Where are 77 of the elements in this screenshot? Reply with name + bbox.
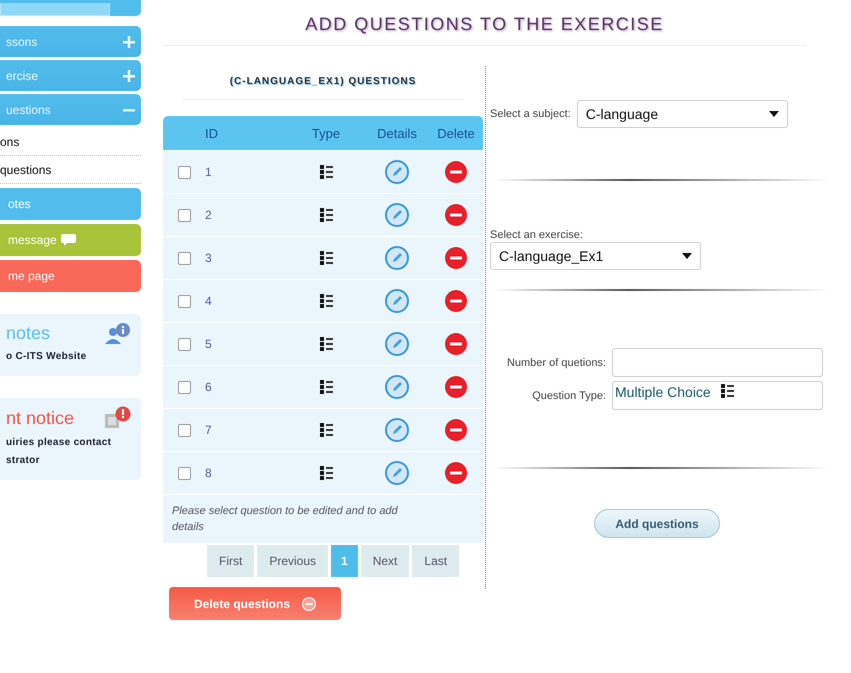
caret-icon <box>682 253 692 259</box>
question-type-field[interactable]: Multiple Choice <box>612 381 823 410</box>
table-cell-text: 7 <box>205 423 213 437</box>
minus-icon <box>302 596 316 610</box>
page-title: ADD QUESTIONS TO THE EXERCISE <box>163 0 806 46</box>
card-text: uiries please contact strator <box>6 436 112 468</box>
delete-icon[interactable] <box>444 289 468 313</box>
search-field[interactable] <box>0 3 110 16</box>
sidebar-link[interactable]: ons <box>0 128 141 156</box>
column-header: Details <box>376 126 418 140</box>
field-label: Number of quetions: <box>506 356 606 368</box>
delete-icon[interactable] <box>444 246 468 270</box>
alert-icon <box>105 406 131 430</box>
card-title: nt notice <box>6 408 74 428</box>
speech-bubble-icon <box>60 234 76 246</box>
pagination-button[interactable]: Next <box>360 545 410 577</box>
hint-text: Please select question to be edited and to add details <box>163 494 483 543</box>
list-icon <box>320 337 332 351</box>
table-cell-text: 6 <box>205 380 213 394</box>
caret-icon <box>768 111 779 117</box>
column-header: ID <box>205 126 219 140</box>
expand-icon <box>123 36 135 48</box>
field-label: Select an exercise: <box>490 229 583 241</box>
column-header: Delete <box>436 126 476 140</box>
pencil-icon[interactable] <box>385 375 409 399</box>
list-icon <box>320 294 332 308</box>
user-info-icon <box>105 322 131 344</box>
delete-icon[interactable] <box>444 203 468 227</box>
search-bar[interactable] <box>0 0 141 16</box>
add-questions-button[interactable]: Add questions <box>594 509 720 538</box>
pencil-icon[interactable] <box>385 203 409 227</box>
field-label: Select a subject: <box>490 108 571 120</box>
pagination-button[interactable]: First <box>207 545 254 577</box>
pagination-button[interactable]: Previous <box>257 545 328 577</box>
list-icon <box>320 165 332 179</box>
list-icon <box>320 208 332 222</box>
sidebar-link[interactable]: questions <box>0 156 141 184</box>
pencil-icon[interactable] <box>385 461 409 485</box>
pencil-icon[interactable] <box>385 418 409 442</box>
column-header: Type <box>310 126 342 140</box>
row-checkbox[interactable] <box>178 208 190 222</box>
field-label: Question Type: <box>531 390 606 402</box>
expand-icon <box>123 70 135 82</box>
pagination-button[interactable]: Last <box>412 545 460 577</box>
list-icon <box>720 384 734 398</box>
list-icon <box>320 423 332 437</box>
exercise-select[interactable]: C-language_Ex1 <box>490 242 701 270</box>
delete-icon[interactable] <box>444 375 468 399</box>
pencil-icon[interactable] <box>385 160 409 184</box>
pencil-icon[interactable] <box>385 332 409 356</box>
table-cell-text: 4 <box>205 294 213 308</box>
row-checkbox[interactable] <box>178 424 190 436</box>
card-text: o C-ITS Website <box>6 350 88 364</box>
delete-icon[interactable] <box>444 160 468 184</box>
delete-icon[interactable] <box>444 461 468 485</box>
row-checkbox[interactable] <box>178 252 190 264</box>
delete-icon[interactable] <box>444 332 468 356</box>
list-icon <box>320 466 332 480</box>
row-checkbox[interactable] <box>178 166 190 178</box>
table-cell-text: 5 <box>205 337 213 351</box>
row-checkbox[interactable] <box>178 294 190 308</box>
card-title: notes <box>6 322 50 344</box>
subject-select[interactable]: C-language <box>576 100 788 128</box>
table-cell-text: 3 <box>205 251 213 265</box>
pencil-icon[interactable] <box>385 289 409 313</box>
delete-icon[interactable] <box>444 418 468 442</box>
table-cell-text: 2 <box>205 208 213 222</box>
pencil-icon[interactable] <box>385 246 409 270</box>
number-input-field[interactable] <box>612 348 823 377</box>
row-checkbox[interactable] <box>178 466 190 480</box>
list-icon <box>320 380 332 394</box>
table-title: (C-LANGUAGE_EX1) QUESTIONS <box>183 66 463 100</box>
row-checkbox[interactable] <box>178 338 190 350</box>
list-icon <box>320 251 332 265</box>
row-checkbox[interactable] <box>178 380 190 394</box>
table-cell-text: 1 <box>205 165 213 179</box>
table-cell-text: 8 <box>205 466 213 480</box>
